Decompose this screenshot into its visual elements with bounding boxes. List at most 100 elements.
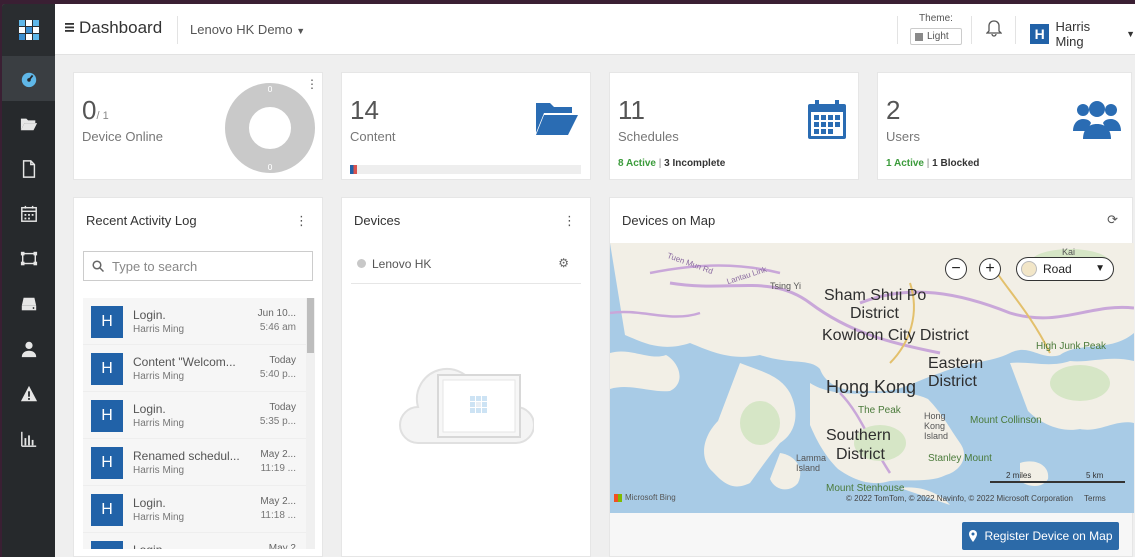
map-label: Kowloon City District xyxy=(822,327,969,344)
refresh-icon[interactable]: ⟳ xyxy=(1107,212,1118,228)
schedules-label: Schedules xyxy=(618,129,679,144)
devices-online-count: 0/ 1 xyxy=(82,95,109,125)
activity-scrollbar[interactable] xyxy=(306,298,315,549)
list-item[interactable]: H Login. Harris Ming Jun 10... 5:46 am xyxy=(83,298,306,345)
status-separator: | xyxy=(926,158,930,169)
hard-drive-icon xyxy=(21,297,36,310)
users-group-icon xyxy=(1073,101,1121,139)
sidebar-item-content[interactable] xyxy=(2,101,55,146)
bell-icon[interactable] xyxy=(986,20,1002,37)
search-input[interactable]: Type to search xyxy=(83,251,313,281)
schedules-incomplete[interactable]: 3 Incomplete xyxy=(664,158,725,169)
avatar: H xyxy=(1030,24,1050,44)
map-label: The Peak xyxy=(858,405,901,416)
app-logo[interactable] xyxy=(2,4,55,56)
avatar: H xyxy=(91,447,123,479)
list-item[interactable]: HLoginHarris MingMay 2 xyxy=(83,533,306,549)
microsoft-logo-icon xyxy=(614,493,622,502)
schedules-card[interactable]: 11 Schedules 8 Active | 3 Incomplete xyxy=(609,72,859,180)
devices-total: / 1 xyxy=(96,110,109,122)
sidebar-item-dashboard[interactable] xyxy=(2,56,55,101)
schedules-count: 11 xyxy=(618,95,645,125)
scrollbar-thumb[interactable] xyxy=(307,298,314,353)
users-status: 1 Active | 1 Blocked xyxy=(886,158,979,169)
content-count: 14 xyxy=(350,95,379,125)
map-label: District xyxy=(836,446,885,463)
search-placeholder: Type to search xyxy=(112,258,198,274)
users-card[interactable]: 2 Users 1 Active | 1 Blocked xyxy=(877,72,1132,180)
activity-action: Login xyxy=(133,543,243,549)
theme-swatch-icon xyxy=(915,32,923,41)
register-device-button[interactable]: Register Device on Map xyxy=(962,522,1119,550)
users-blocked[interactable]: 1 Blocked xyxy=(932,158,979,169)
calendar-icon xyxy=(20,205,37,222)
list-item[interactable]: H Renamed schedul... Harris Ming May 2... 11… xyxy=(83,439,306,486)
sidebar-item-users[interactable] xyxy=(2,326,55,371)
road-map-icon xyxy=(1021,261,1037,277)
avatar: H xyxy=(91,306,123,338)
panel-title: Devices on Map xyxy=(622,213,716,228)
devices-panel: Devices ⋮ Lenovo HK ⚙ xyxy=(341,197,591,557)
device-item[interactable]: Lenovo HK ⚙ xyxy=(351,244,581,284)
map-terms-link[interactable]: Terms xyxy=(1084,494,1106,503)
scale-km: 5 km xyxy=(1086,471,1104,480)
activity-log-panel: Recent Activity Log ⋮ Type to search H Log… xyxy=(73,197,323,557)
sidebar xyxy=(2,4,55,557)
theme-label: Theme: xyxy=(919,13,953,24)
map-label: Stanley Mount xyxy=(928,453,992,464)
activity-user: Harris Ming xyxy=(133,418,185,429)
caret-down-icon: ▼ xyxy=(296,26,306,36)
sidebar-item-reports[interactable] xyxy=(2,416,55,461)
activity-log-header: Recent Activity Log ⋮ xyxy=(74,198,322,243)
sidebar-item-schedules[interactable] xyxy=(2,191,55,236)
map-label: High Junk Peak xyxy=(1036,341,1107,352)
menu-icon[interactable] xyxy=(65,23,74,32)
map-label: Sham Shui Po xyxy=(824,287,927,304)
activity-date: Jun 10... xyxy=(257,308,296,319)
users-label: Users xyxy=(886,129,920,144)
user-menu[interactable]: H Harris Ming ▼ xyxy=(1030,19,1135,49)
user-icon xyxy=(21,341,36,357)
zoom-out-button[interactable]: − xyxy=(945,258,967,280)
sidebar-item-players[interactable] xyxy=(2,281,55,326)
sidebar-item-devices[interactable] xyxy=(2,236,55,281)
calendar-icon xyxy=(808,100,846,139)
sidebar-item-alerts[interactable] xyxy=(2,371,55,416)
caret-down-icon: ▼ xyxy=(1126,29,1135,39)
map-label: Eastern xyxy=(928,355,984,372)
kebab-menu-icon[interactable]: ⋮ xyxy=(563,213,576,229)
gear-icon[interactable]: ⚙ xyxy=(558,256,569,270)
provider-name: Microsoft Bing xyxy=(625,493,676,502)
users-active[interactable]: 1 Active xyxy=(886,158,924,169)
activity-action: Login. xyxy=(133,402,166,416)
map-type-select[interactable]: Road ▼ xyxy=(1016,257,1114,281)
list-item[interactable]: H Login. Harris Ming Today 5:35 p... xyxy=(83,392,306,439)
schedules-active[interactable]: 8 Active xyxy=(618,158,656,169)
activity-date: May 2... xyxy=(260,449,296,460)
map-provider: Microsoft Bing xyxy=(614,493,676,502)
dashboard-gauge-icon xyxy=(21,72,36,87)
activity-time: 5:46 am xyxy=(259,322,296,333)
map-label: Kai xyxy=(1062,247,1076,257)
kebab-menu-icon[interactable]: ⋮ xyxy=(306,77,318,91)
list-item[interactable]: H Content "Welcom... Harris Ming Today 5:40 … xyxy=(83,345,306,392)
kebab-menu-icon[interactable]: ⋮ xyxy=(295,213,308,229)
activity-date: Today xyxy=(269,402,296,413)
map-view[interactable]: Sham Shui Po District Kowloon City Distr… xyxy=(610,243,1134,513)
bar-chart-icon xyxy=(20,431,36,447)
activity-user: Harris Ming xyxy=(133,512,185,523)
panel-title: Devices xyxy=(354,213,401,228)
list-item[interactable]: H Login. Harris Ming May 2... 11:18 ... xyxy=(83,486,306,533)
zoom-in-button[interactable]: + xyxy=(979,258,1001,280)
content-card[interactable]: 14 Content xyxy=(341,72,591,180)
content-progress-bar xyxy=(350,165,581,174)
theme-toggle-button[interactable]: Light xyxy=(910,28,962,45)
devices-header: Devices ⋮ xyxy=(342,198,590,243)
caret-down-icon: ▼ xyxy=(1095,263,1105,274)
activity-date: May 2 xyxy=(268,543,296,549)
sidebar-item-documents[interactable] xyxy=(2,146,55,191)
organization-selector[interactable]: Lenovo HK Demo ▼ xyxy=(190,22,305,37)
activity-date: Today xyxy=(269,355,296,366)
devices-online-card[interactable]: 0/ 1 Device Online 0 0 ⋮ xyxy=(73,72,323,180)
cloud-screen-illustration xyxy=(399,367,534,444)
